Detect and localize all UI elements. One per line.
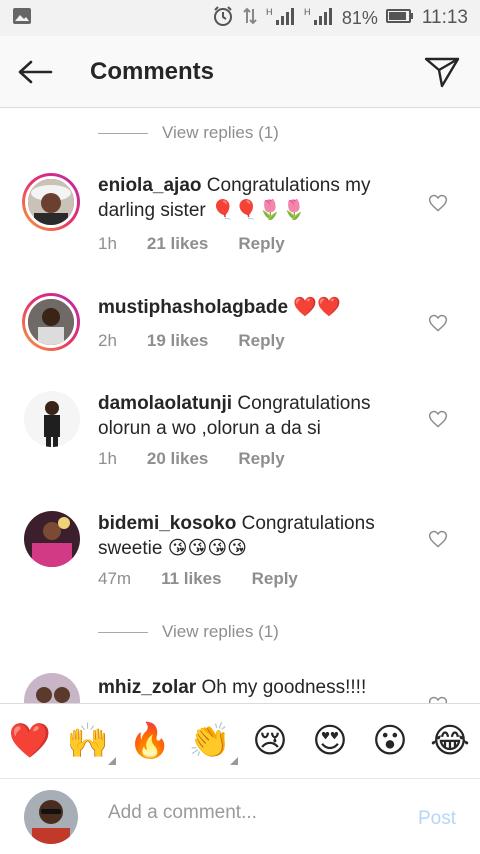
- comment-body: Oh my goodness!!!!: [201, 677, 367, 698]
- reaction-clapping[interactable]: 👏: [188, 719, 238, 765]
- share-button[interactable]: [422, 52, 462, 92]
- battery-percent: 81%: [341, 7, 378, 28]
- reply-button[interactable]: Reply: [252, 569, 298, 589]
- comment-item: bidemi_kosoko Congratulations sweetie 😘😘…: [0, 511, 480, 621]
- reply-button[interactable]: Reply: [238, 449, 284, 469]
- skin-tone-indicator: [108, 757, 116, 765]
- alarm-icon: [212, 5, 234, 32]
- avatar[interactable]: [24, 391, 80, 447]
- post-button[interactable]: Post: [418, 808, 456, 830]
- divider-line: [98, 132, 148, 134]
- divider-line: [98, 631, 148, 633]
- status-time: 11:13: [421, 7, 468, 28]
- avatar[interactable]: [24, 511, 80, 567]
- comment-item: mhiz_zolar Oh my goodness!!!!: [0, 673, 480, 703]
- comment-meta: 47m 11 likes Reply: [98, 569, 298, 589]
- comment-time: 1h: [98, 449, 117, 468]
- username[interactable]: mhiz_zolar: [98, 677, 196, 698]
- avatar[interactable]: [22, 173, 80, 231]
- status-bar: H H 81% 11:13: [0, 0, 480, 36]
- reaction-fire[interactable]: 🔥: [128, 719, 172, 763]
- view-replies-button[interactable]: View replies (1): [98, 622, 279, 642]
- comment-text: eniola_ajao Congratulations my darling s…: [98, 173, 408, 223]
- reaction-laughing[interactable]: 😂: [428, 719, 472, 763]
- reply-button[interactable]: Reply: [238, 331, 284, 351]
- likes-count[interactable]: 11 likes: [161, 569, 222, 589]
- likes-count[interactable]: 19 likes: [147, 331, 208, 351]
- like-heart-icon[interactable]: [428, 409, 448, 429]
- like-heart-icon[interactable]: [428, 193, 448, 213]
- view-replies-button[interactable]: View replies (1): [98, 123, 279, 143]
- current-user-avatar: [24, 790, 78, 844]
- direct-send-icon: [424, 57, 460, 88]
- back-arrow-icon: [18, 60, 53, 83]
- svg-text:H: H: [266, 7, 273, 17]
- like-heart-icon[interactable]: [428, 695, 448, 703]
- comment-meta: 1h 21 likes Reply: [98, 234, 285, 254]
- quick-reactions-bar: ❤️ 🙌 🔥 👏 😢 😍 😮 😂: [0, 703, 480, 779]
- view-replies-label: View replies (1): [162, 123, 279, 142]
- page-title: Comments: [90, 57, 215, 85]
- comment-item: damolaolatunji Congratulations olorun a …: [0, 391, 480, 501]
- signal-h-icon: H: [266, 6, 296, 31]
- comment-item: mustiphasholagbade ❤️❤️ 2h 19 likes Repl…: [0, 293, 480, 373]
- like-heart-icon[interactable]: [428, 529, 448, 549]
- comment-time: 2h: [98, 331, 117, 350]
- reaction-heart-eyes[interactable]: 😍: [308, 719, 352, 763]
- reaction-surprised[interactable]: 😮: [368, 719, 412, 763]
- comment-text: mustiphasholagbade ❤️❤️: [98, 295, 408, 320]
- reaction-heart[interactable]: ❤️: [8, 719, 52, 763]
- comment-time: 47m: [98, 569, 132, 588]
- comment-time: 1h: [98, 234, 117, 253]
- username[interactable]: damolaolatunji: [98, 393, 232, 414]
- comments-header: Comments: [0, 36, 480, 108]
- comment-body: ❤️❤️: [293, 297, 341, 318]
- avatar[interactable]: [22, 293, 80, 351]
- back-button[interactable]: [0, 36, 70, 108]
- likes-count[interactable]: 20 likes: [147, 449, 208, 469]
- view-replies-label: View replies (1): [162, 622, 279, 641]
- gallery-icon: [12, 7, 32, 30]
- comment-text: damolaolatunji Congratulations olorun a …: [98, 391, 408, 441]
- comment-text: mhiz_zolar Oh my goodness!!!!: [98, 675, 408, 700]
- username[interactable]: mustiphasholagbade: [98, 297, 288, 318]
- comment-input[interactable]: [108, 802, 388, 824]
- comments-list[interactable]: View replies (1) eniola_ajao Congratulat…: [0, 109, 480, 703]
- like-heart-icon[interactable]: [428, 313, 448, 333]
- skin-tone-indicator: [230, 757, 238, 765]
- username[interactable]: eniola_ajao: [98, 175, 202, 196]
- svg-text:H: H: [304, 7, 311, 17]
- comment-composer: Post: [0, 780, 480, 854]
- battery-icon: [385, 8, 414, 29]
- reply-button[interactable]: Reply: [238, 234, 284, 254]
- username[interactable]: bidemi_kosoko: [98, 513, 236, 534]
- comment-meta: 1h 20 likes Reply: [98, 449, 285, 469]
- comment-meta: 2h 19 likes Reply: [98, 331, 285, 351]
- reaction-crying[interactable]: 😢: [248, 719, 292, 763]
- comment-text: bidemi_kosoko Congratulations sweetie 😘😘…: [98, 511, 408, 561]
- signal-h-icon: H: [304, 6, 334, 31]
- avatar[interactable]: [24, 673, 80, 703]
- data-transfer-icon: [242, 6, 258, 31]
- reaction-raising-hands[interactable]: 🙌: [66, 719, 116, 765]
- comment-item: eniola_ajao Congratulations my darling s…: [0, 173, 480, 283]
- likes-count[interactable]: 21 likes: [147, 234, 208, 254]
